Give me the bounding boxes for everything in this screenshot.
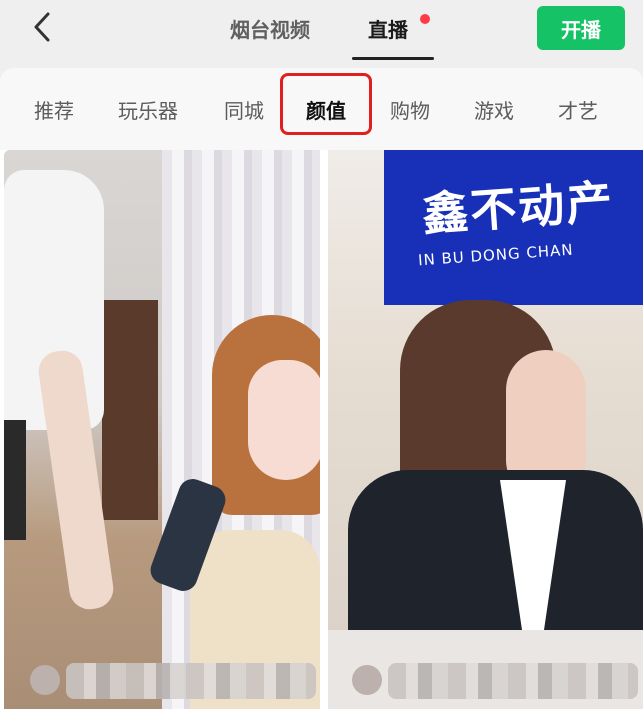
category-same-city[interactable]: 同城 <box>224 95 264 124</box>
person-shorts <box>4 420 26 540</box>
category-talent[interactable]: 才艺 <box>558 95 598 124</box>
door <box>102 300 158 520</box>
category-instruments[interactable]: 玩乐器 <box>118 95 178 124</box>
active-tab-indicator <box>352 57 434 60</box>
category-games[interactable]: 游戏 <box>474 95 514 124</box>
start-live-button[interactable]: 开播 <box>537 6 625 50</box>
back-arrow-icon[interactable] <box>26 10 60 44</box>
tab-yantai-video[interactable]: 烟台视频 <box>230 14 310 43</box>
tab-live[interactable]: 直播 <box>368 14 408 43</box>
streamer-avatar <box>352 665 382 695</box>
blurred-caption <box>388 663 638 699</box>
top-bar: 烟台视频 直播 开播 <box>0 0 643 68</box>
live-card-left[interactable] <box>4 150 320 709</box>
live-grid: 鑫不动产 IN BU DONG CHAN <box>0 150 643 709</box>
streamer-face <box>248 360 320 480</box>
streamer-avatar <box>30 665 60 695</box>
live-card-right[interactable]: 鑫不动产 IN BU DONG CHAN <box>328 150 643 709</box>
blurred-caption <box>66 663 316 699</box>
streamer-suit <box>348 470 643 640</box>
banner-title: 鑫不动产 <box>420 174 616 242</box>
category-recommend[interactable]: 推荐 <box>34 95 74 124</box>
banner-subtitle: IN BU DONG CHAN <box>417 240 575 270</box>
notification-dot <box>420 14 430 24</box>
company-banner: 鑫不动产 IN BU DONG CHAN <box>384 150 643 305</box>
category-shopping[interactable]: 购物 <box>390 95 430 124</box>
category-highlight-annotation <box>280 73 372 135</box>
